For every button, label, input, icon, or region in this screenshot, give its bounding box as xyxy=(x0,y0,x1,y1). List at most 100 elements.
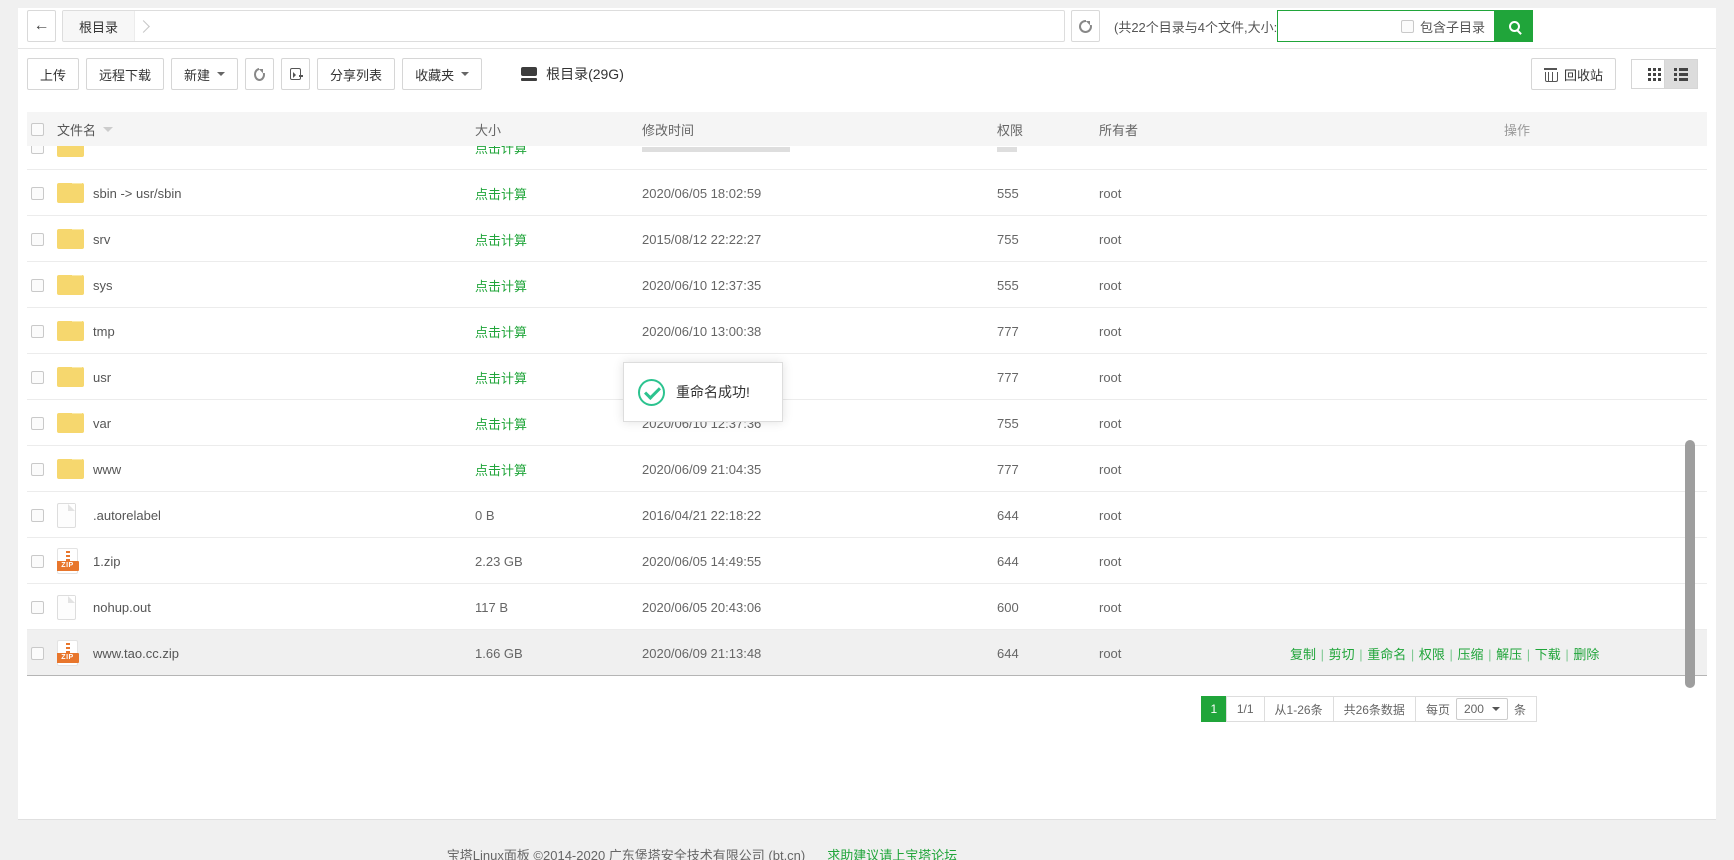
per-page-prefix: 每页 xyxy=(1426,701,1450,718)
table-row[interactable]: ZIP www 点击计算 2020/06/09 21:04:35 777 roo… xyxy=(27,446,1707,492)
file-mtime: 2020/06/10 13:00:38 xyxy=(642,324,997,339)
row-checkbox[interactable] xyxy=(31,601,44,614)
table-row[interactable]: ZIP sbin -> usr/sbin 点击计算 2020/06/05 18:… xyxy=(27,170,1707,216)
file-owner: root xyxy=(1099,370,1289,385)
row-checkbox[interactable] xyxy=(31,146,44,154)
file-perm: 755 xyxy=(997,416,1099,431)
back-arrow-icon: ← xyxy=(34,18,50,34)
per-page-select[interactable]: 200 xyxy=(1456,698,1508,720)
row-checkbox[interactable] xyxy=(31,371,44,384)
row-checkbox[interactable] xyxy=(31,325,44,338)
share-list-button[interactable]: 分享列表 xyxy=(317,58,395,90)
file-mtime xyxy=(642,146,997,155)
file-size: 点击计算 xyxy=(475,230,642,249)
file-size: 点击计算 xyxy=(475,146,642,157)
file-name[interactable]: www xyxy=(93,462,475,477)
row-action-link-1[interactable]: 剪切 xyxy=(1329,647,1355,662)
file-owner: root xyxy=(1099,186,1289,201)
calc-size-link[interactable]: 点击计算 xyxy=(475,187,527,202)
new-button[interactable]: 新建 xyxy=(171,58,238,90)
row-action-link-4[interactable]: 压缩 xyxy=(1458,647,1484,662)
remote-download-button[interactable]: 远程下载 xyxy=(86,58,164,90)
calc-size-link[interactable]: 点击计算 xyxy=(475,233,527,248)
recycle-bin-button[interactable]: 回收站 xyxy=(1531,58,1616,90)
calc-size-link[interactable]: 点击计算 xyxy=(475,325,527,340)
table-row[interactable]: ZIP 点击计算 xyxy=(27,146,1707,170)
file-name[interactable]: .autorelabel xyxy=(93,508,475,523)
header-name[interactable]: 文件名 xyxy=(57,120,475,139)
table-row-inner: ZIP usr 点击计算 777 root xyxy=(27,354,1707,400)
page-total-label: 共26条数据 xyxy=(1333,696,1416,722)
table-row[interactable]: ZIP .autorelabel 0 B 2016/04/21 22:18:22… xyxy=(27,492,1707,538)
file-name[interactable]: nohup.out xyxy=(93,600,475,615)
table-row[interactable]: ZIP nohup.out 117 B 2020/06/05 20:43:06 … xyxy=(27,584,1707,630)
table-row-inner: ZIP tmp 点击计算 2020/06/10 13:00:38 777 roo… xyxy=(27,308,1707,354)
page-button-1[interactable]: 1 xyxy=(1201,696,1227,722)
table-row[interactable]: ZIP usr 点击计算 777 root xyxy=(27,354,1707,400)
file-mtime: 2016/04/21 22:18:22 xyxy=(642,508,997,523)
breadcrumb: 根目录 xyxy=(62,10,1065,42)
search-input[interactable]: 包含子目录 xyxy=(1277,10,1495,42)
row-checkbox[interactable] xyxy=(31,555,44,568)
calc-size-link[interactable]: 点击计算 xyxy=(475,146,527,156)
file-name[interactable]: 1.zip xyxy=(93,554,475,569)
breadcrumb-item-root[interactable]: 根目录 xyxy=(63,11,135,41)
row-action-link-5[interactable]: 解压 xyxy=(1496,647,1522,662)
page-indicator: 1/1 xyxy=(1226,696,1265,722)
calc-size-link[interactable]: 点击计算 xyxy=(475,417,527,432)
file-name[interactable]: tmp xyxy=(93,324,475,339)
table-row[interactable]: ZIP sys 点击计算 2020/06/10 12:37:35 555 roo… xyxy=(27,262,1707,308)
row-checkbox[interactable] xyxy=(31,463,44,476)
table-row[interactable]: ZIP www.tao.cc.zip 1.66 GB 2020/06/09 21… xyxy=(27,630,1707,676)
file-mtime: 2020/06/09 21:04:35 xyxy=(642,462,997,477)
footer-forum-link[interactable]: 求助建议请上宝塔论坛 xyxy=(827,848,957,860)
row-action-link-7[interactable]: 删除 xyxy=(1573,647,1599,662)
refresh-list-button[interactable] xyxy=(245,58,274,90)
file-name[interactable]: usr xyxy=(93,370,475,385)
row-checkbox[interactable] xyxy=(31,279,44,292)
include-subdir-checkbox[interactable] xyxy=(1401,20,1414,33)
row-icon-cell: ZIP xyxy=(57,146,93,157)
file-owner: root xyxy=(1099,600,1289,615)
file-icon: ZIP xyxy=(57,503,76,528)
search-button[interactable] xyxy=(1495,10,1533,42)
file-name[interactable]: sbin -> usr/sbin xyxy=(93,186,475,201)
refresh-path-button[interactable] xyxy=(1071,10,1100,42)
back-button[interactable]: ← xyxy=(27,10,56,42)
calc-size-link[interactable]: 点击计算 xyxy=(475,463,527,478)
select-all-checkbox[interactable] xyxy=(31,123,44,136)
grid-view-icon xyxy=(1642,68,1655,81)
toast-message: 重命名成功! xyxy=(623,362,783,422)
table-row[interactable]: ZIP var 点击计算 2020/06/10 12:37:36 755 roo… xyxy=(27,400,1707,446)
table-row[interactable]: ZIP tmp 点击计算 2020/06/10 13:00:38 777 roo… xyxy=(27,308,1707,354)
calc-size-link[interactable]: 点击计算 xyxy=(475,279,527,294)
terminal-icon xyxy=(290,68,301,80)
favorites-button[interactable]: 收藏夹 xyxy=(402,58,482,90)
file-size: 1.66 GB xyxy=(475,646,642,661)
file-name[interactable]: srv xyxy=(93,232,475,247)
row-action-link-3[interactable]: 权限 xyxy=(1419,647,1445,662)
upload-button[interactable]: 上传 xyxy=(27,58,79,90)
file-owner: root xyxy=(1099,508,1289,523)
row-checkbox[interactable] xyxy=(31,417,44,430)
list-view-button[interactable] xyxy=(1664,59,1698,89)
header-size: 大小 xyxy=(475,120,642,139)
row-checkbox[interactable] xyxy=(31,187,44,200)
row-checkbox[interactable] xyxy=(31,509,44,522)
grid-view-button[interactable] xyxy=(1631,59,1665,89)
row-checkbox[interactable] xyxy=(31,233,44,246)
file-name[interactable]: var xyxy=(93,416,475,431)
row-checkbox[interactable] xyxy=(31,647,44,660)
row-action-link-2[interactable]: 重命名 xyxy=(1367,647,1406,662)
row-action-link-0[interactable]: 复制 xyxy=(1290,647,1316,662)
table-scrollbar-thumb[interactable] xyxy=(1685,440,1695,688)
terminal-button[interactable] xyxy=(281,58,310,90)
calc-size-link[interactable]: 点击计算 xyxy=(475,371,527,386)
trash-icon xyxy=(1544,67,1557,81)
table-row[interactable]: ZIP 1.zip 2.23 GB 2020/06/05 14:49:55 64… xyxy=(27,538,1707,584)
table-row[interactable]: ZIP srv 点击计算 2015/08/12 22:22:27 755 roo… xyxy=(27,216,1707,262)
table-row-inner: ZIP sbin -> usr/sbin 点击计算 2020/06/05 18:… xyxy=(27,170,1707,216)
file-name[interactable]: www.tao.cc.zip xyxy=(93,646,475,661)
file-name[interactable]: sys xyxy=(93,278,475,293)
row-action-link-6[interactable]: 下载 xyxy=(1535,647,1561,662)
